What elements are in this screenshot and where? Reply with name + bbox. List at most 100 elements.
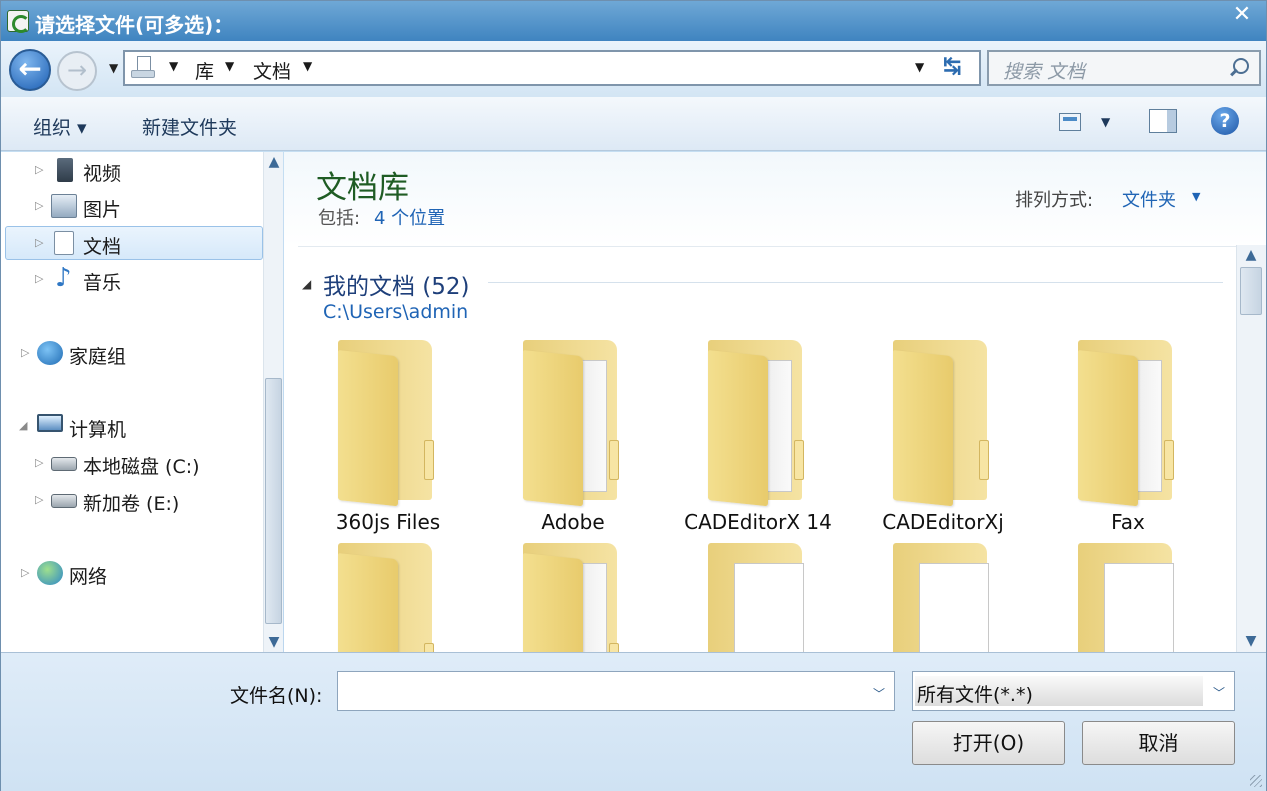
filename-history-dropdown-icon[interactable]: ﹀ [873,685,885,702]
collapse-arrow-icon[interactable]: ◢ [19,419,27,432]
file-list: ◢ 我的文档 (52) C:\Users\admin 360js Files A… [298,246,1236,653]
command-bar: 组织 ▾ 新建文件夹 ▼ ? [1,97,1266,151]
search-placeholder: 搜索 文档 [1003,61,1086,83]
cancel-button[interactable]: 取消 [1082,721,1235,765]
close-button[interactable]: ✕ [1222,1,1262,29]
search-input[interactable]: 搜索 文档 [987,50,1261,86]
list-item[interactable] [1038,543,1218,653]
navigation-pane: ▷ 视频 ▷ 图片 ▷ 文档 ▷ 音乐 ▷ 家庭组 ◢ 计算机 [1,152,283,652]
file-type-select[interactable]: 所有文件(*.*) ﹀ [912,671,1235,711]
group-path-link[interactable]: C:\Users\admin [323,301,468,323]
chevron-down-icon[interactable]: ﹀ [1213,684,1225,701]
expand-arrow-icon[interactable]: ▷ [21,566,29,579]
organize-button[interactable]: 组织 ▾ [33,113,87,140]
folder-name: Adobe [541,510,605,534]
group-collapse-icon[interactable]: ◢ [302,277,311,291]
file-open-dialog: 请选择文件(可多选)： ✕ ← → ▼ ▼ 库 ▼ 文档 ▼ ▼ ↹ 搜索 文档… [0,0,1267,791]
back-button[interactable]: ← [9,49,51,91]
expand-arrow-icon[interactable]: ▷ [35,163,43,176]
group-header[interactable]: 我的文档 (52) [323,267,470,301]
breadcrumb-libraries[interactable]: 库 [195,57,214,84]
library-includes-label: 包括: [318,208,361,229]
computer-icon [37,414,63,432]
breadcrumb-documents[interactable]: 文档 [253,57,291,84]
network-icon [37,561,63,585]
chevron-down-icon[interactable]: ▼ [169,59,178,73]
list-item[interactable] [483,543,663,653]
list-item[interactable]: Fax [1038,340,1218,535]
expand-arrow-icon[interactable]: ▷ [35,493,43,506]
title-bar: 请选择文件(可多选)： ✕ [1,1,1266,41]
chevron-down-icon[interactable]: ▼ [225,59,234,73]
scrollbar-thumb[interactable] [1240,267,1262,315]
list-item[interactable] [668,543,848,653]
list-item[interactable]: 360js Files [298,340,478,535]
preview-pane-icon[interactable] [1149,109,1177,133]
sidebar-item-videos[interactable]: ▷ 视频 [5,154,263,188]
sidebar-item-documents[interactable]: ▷ 文档 [5,226,263,260]
sidebar-item-label: 家庭组 [69,346,127,368]
sidebar-item-label: 计算机 [69,419,127,441]
open-button[interactable]: 打开(O) [912,721,1065,765]
folder-icon [893,543,993,653]
address-bar[interactable]: ▼ 库 ▼ 文档 ▼ ▼ ↹ [123,50,981,86]
scroll-down-icon[interactable]: ▼ [264,632,284,652]
folder-name: CADEditorX 14 [684,510,832,534]
music-icon [51,263,77,293]
window-title: 请选择文件(可多选)： [35,13,234,37]
sidebar-item-network[interactable]: ▷ 网络 [5,557,263,591]
chevron-down-icon[interactable]: ▼ [1192,190,1200,203]
divider [488,282,1223,283]
list-item[interactable] [853,543,1033,653]
list-item[interactable]: CADEditorX 14 [668,340,848,535]
expand-arrow-icon[interactable]: ▷ [35,272,43,285]
sidebar-item-computer[interactable]: ◢ 计算机 [5,410,263,444]
resize-grip-icon[interactable] [1250,775,1262,787]
address-history-dropdown-icon[interactable]: ▼ [915,60,924,74]
scrollbar-thumb[interactable] [265,378,282,624]
recent-pages-dropdown-icon[interactable]: ▼ [109,61,118,75]
library-title: 文档库 [316,170,409,206]
scroll-up-icon[interactable]: ▲ [264,152,284,172]
sidebar-item-homegroup[interactable]: ▷ 家庭组 [5,337,263,371]
sidebar-item-label: 本地磁盘 (C:) [83,456,200,478]
navigation-scrollbar[interactable]: ▲ ▼ [263,152,283,652]
filename-input[interactable] [337,671,895,711]
sidebar-item-pictures[interactable]: ▷ 图片 [5,190,263,224]
view-options-dropdown-icon[interactable]: ▼ [1101,115,1110,129]
folder-name: Fax [1111,510,1145,534]
refresh-icon[interactable]: ↹ [943,54,961,79]
app-icon [7,10,30,33]
content-scrollbar[interactable]: ▲ ▼ [1236,245,1266,652]
sidebar-item-music[interactable]: ▷ 音乐 [5,263,263,297]
drive-icon [51,457,77,471]
scroll-down-icon[interactable]: ▼ [1241,631,1261,651]
sidebar-item-drive-e[interactable]: ▷ 新加卷 (E:) [5,484,263,518]
search-icon[interactable] [1227,56,1251,80]
new-folder-button[interactable]: 新建文件夹 [142,113,237,140]
expand-arrow-icon[interactable]: ▷ [35,456,43,469]
list-item[interactable] [298,543,478,653]
change-view-icon[interactable] [1059,113,1081,131]
scroll-up-icon[interactable]: ▲ [1241,245,1261,265]
expand-arrow-icon[interactable]: ▷ [35,199,43,212]
expand-arrow-icon[interactable]: ▷ [35,236,43,249]
homegroup-icon [37,341,63,365]
documents-icon [54,231,74,255]
chevron-down-icon[interactable]: ▼ [303,59,312,73]
sidebar-item-label: 网络 [69,566,108,588]
list-item[interactable]: Adobe [483,340,663,535]
expand-arrow-icon[interactable]: ▷ [21,346,29,359]
forward-button[interactable]: → [57,51,97,91]
folder-name: 360js Files [335,510,441,534]
folder-icon [523,340,623,507]
dialog-footer: 文件名(N): ﹀ 所有文件(*.*) ﹀ 打开(O) 取消 [1,652,1266,791]
folder-icon [1078,340,1178,507]
sidebar-item-drive-c[interactable]: ▷ 本地磁盘 (C:) [5,447,263,481]
help-icon[interactable]: ? [1211,107,1239,135]
file-type-value: 所有文件(*.*) [917,684,1033,706]
video-icon [57,158,73,182]
arrange-by-dropdown[interactable]: 文件夹 [1122,186,1176,212]
library-locations-link[interactable]: 4 个位置 [374,204,445,230]
list-item[interactable]: CADEditorXj [853,340,1033,535]
